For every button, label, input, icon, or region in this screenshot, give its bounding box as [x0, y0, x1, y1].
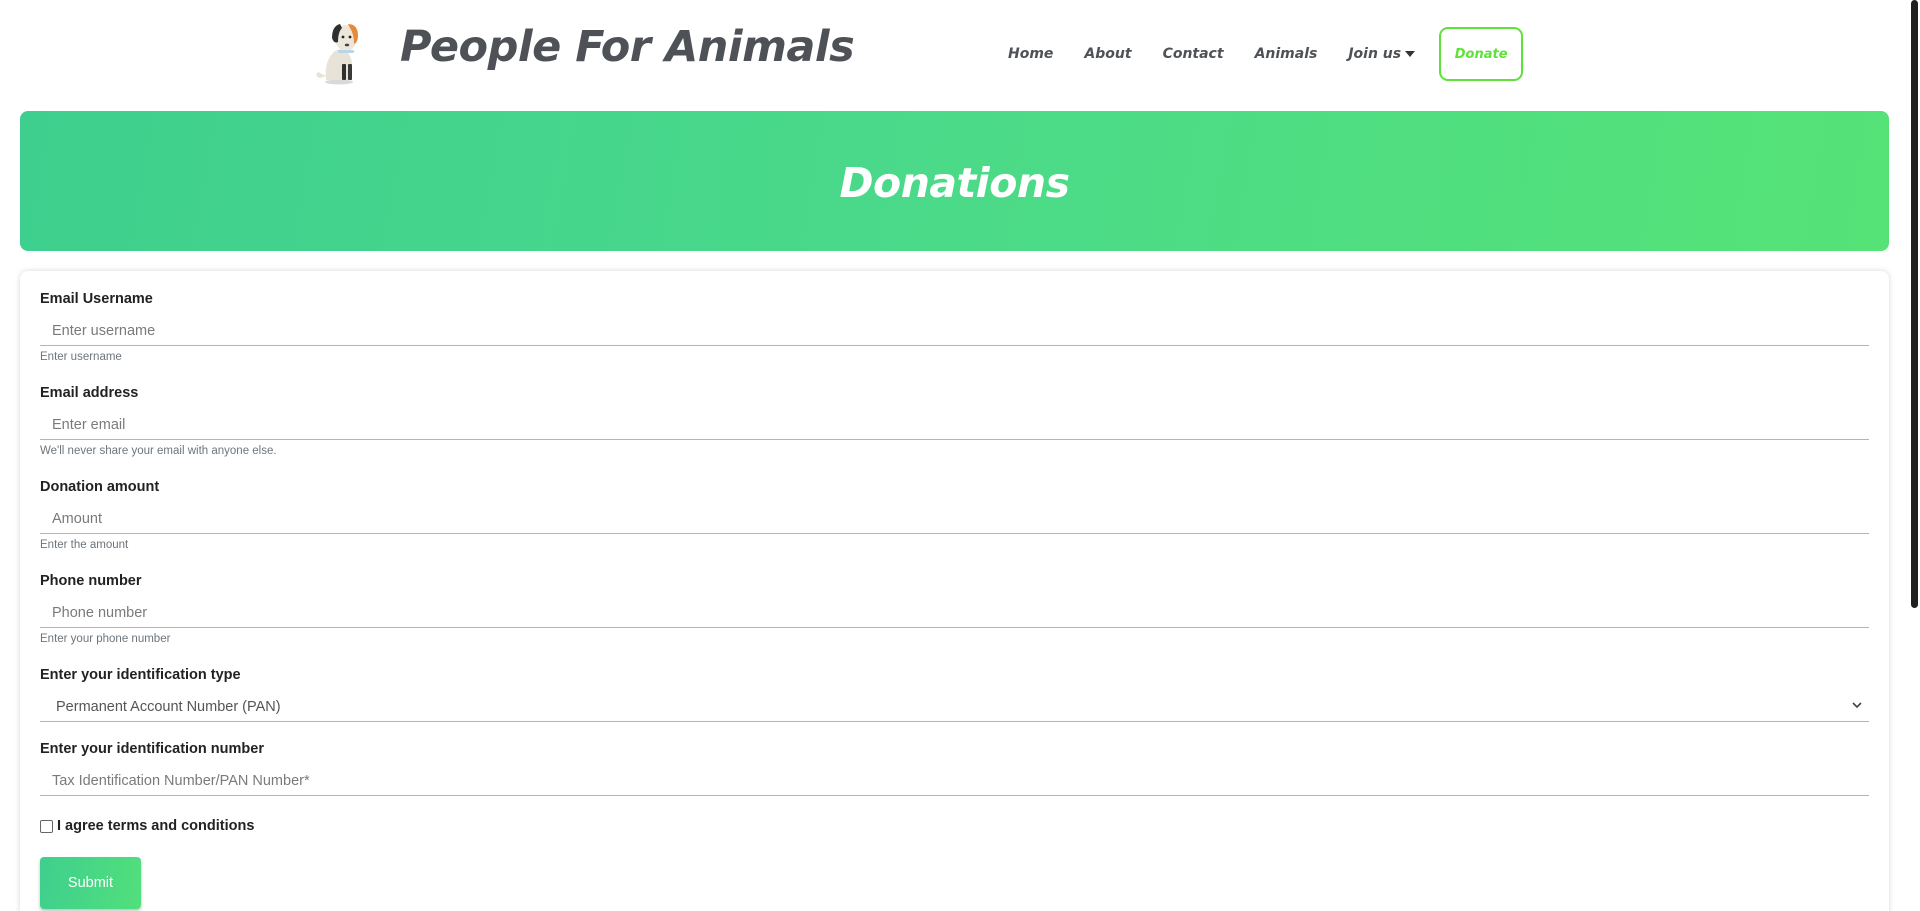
submit-button[interactable]: Submit	[40, 857, 141, 909]
page-scrollbar[interactable]	[1908, 0, 1920, 911]
username-label: Email Username	[40, 291, 153, 307]
nav-home[interactable]: Home	[1008, 46, 1053, 62]
username-help: Enter username	[40, 351, 122, 363]
id-number-input[interactable]	[40, 766, 1869, 796]
username-group: Email Username Enter username	[40, 291, 1869, 363]
phone-input[interactable]	[40, 598, 1869, 628]
id-number-label: Enter your identification number	[40, 741, 264, 757]
amount-group: Donation amount Enter the amount	[40, 479, 1869, 551]
donation-form: Email Username Enter username Email addr…	[20, 271, 1889, 911]
id-type-selected-value: Permanent Account Number (PAN)	[56, 698, 281, 715]
id-type-select[interactable]: Permanent Account Number (PAN)	[40, 692, 1869, 722]
id-type-label: Enter your identification type	[40, 667, 241, 683]
page-banner: Donations	[20, 111, 1889, 251]
donate-button[interactable]: Donate	[1439, 27, 1524, 81]
phone-group: Phone number Enter your phone number	[40, 573, 1869, 645]
terms-label[interactable]: I agree terms and conditions	[57, 818, 254, 834]
amount-input[interactable]	[40, 504, 1869, 534]
phone-label: Phone number	[40, 573, 142, 589]
site-header: People For Animals Home About Contact An…	[0, 0, 1908, 106]
dog-logo-icon[interactable]	[312, 14, 378, 86]
main-nav: Home About Contact Animals Join us Donat…	[1008, 27, 1524, 81]
terms-checkbox[interactable]	[40, 819, 53, 833]
amount-help: Enter the amount	[40, 539, 129, 551]
id-number-group: Enter your identification number	[40, 741, 1869, 796]
nav-about[interactable]: About	[1084, 46, 1131, 62]
amount-label: Donation amount	[40, 479, 160, 495]
nav-join-us-dropdown[interactable]: Join us	[1348, 46, 1416, 62]
terms-row: I agree terms and conditions	[40, 818, 254, 834]
email-help: We'll never share your email with anyone…	[40, 445, 277, 457]
nav-contact[interactable]: Contact	[1163, 46, 1224, 62]
id-type-group: Enter your identification type Permanent…	[40, 667, 1869, 722]
scrollbar-thumb[interactable]	[1911, 0, 1918, 608]
brand-title[interactable]: People For Animals	[400, 22, 855, 72]
email-input[interactable]	[40, 410, 1869, 440]
email-label: Email address	[40, 385, 139, 401]
chevron-down-icon	[1852, 702, 1862, 709]
username-input[interactable]	[40, 316, 1869, 346]
join-us-label: Join us	[1348, 46, 1402, 62]
phone-help: Enter your phone number	[40, 633, 171, 645]
nav-animals[interactable]: Animals	[1255, 46, 1318, 62]
page-title: Donations	[839, 159, 1070, 207]
email-group: Email address We'll never share your ema…	[40, 385, 1869, 457]
caret-down-icon	[1405, 51, 1416, 57]
